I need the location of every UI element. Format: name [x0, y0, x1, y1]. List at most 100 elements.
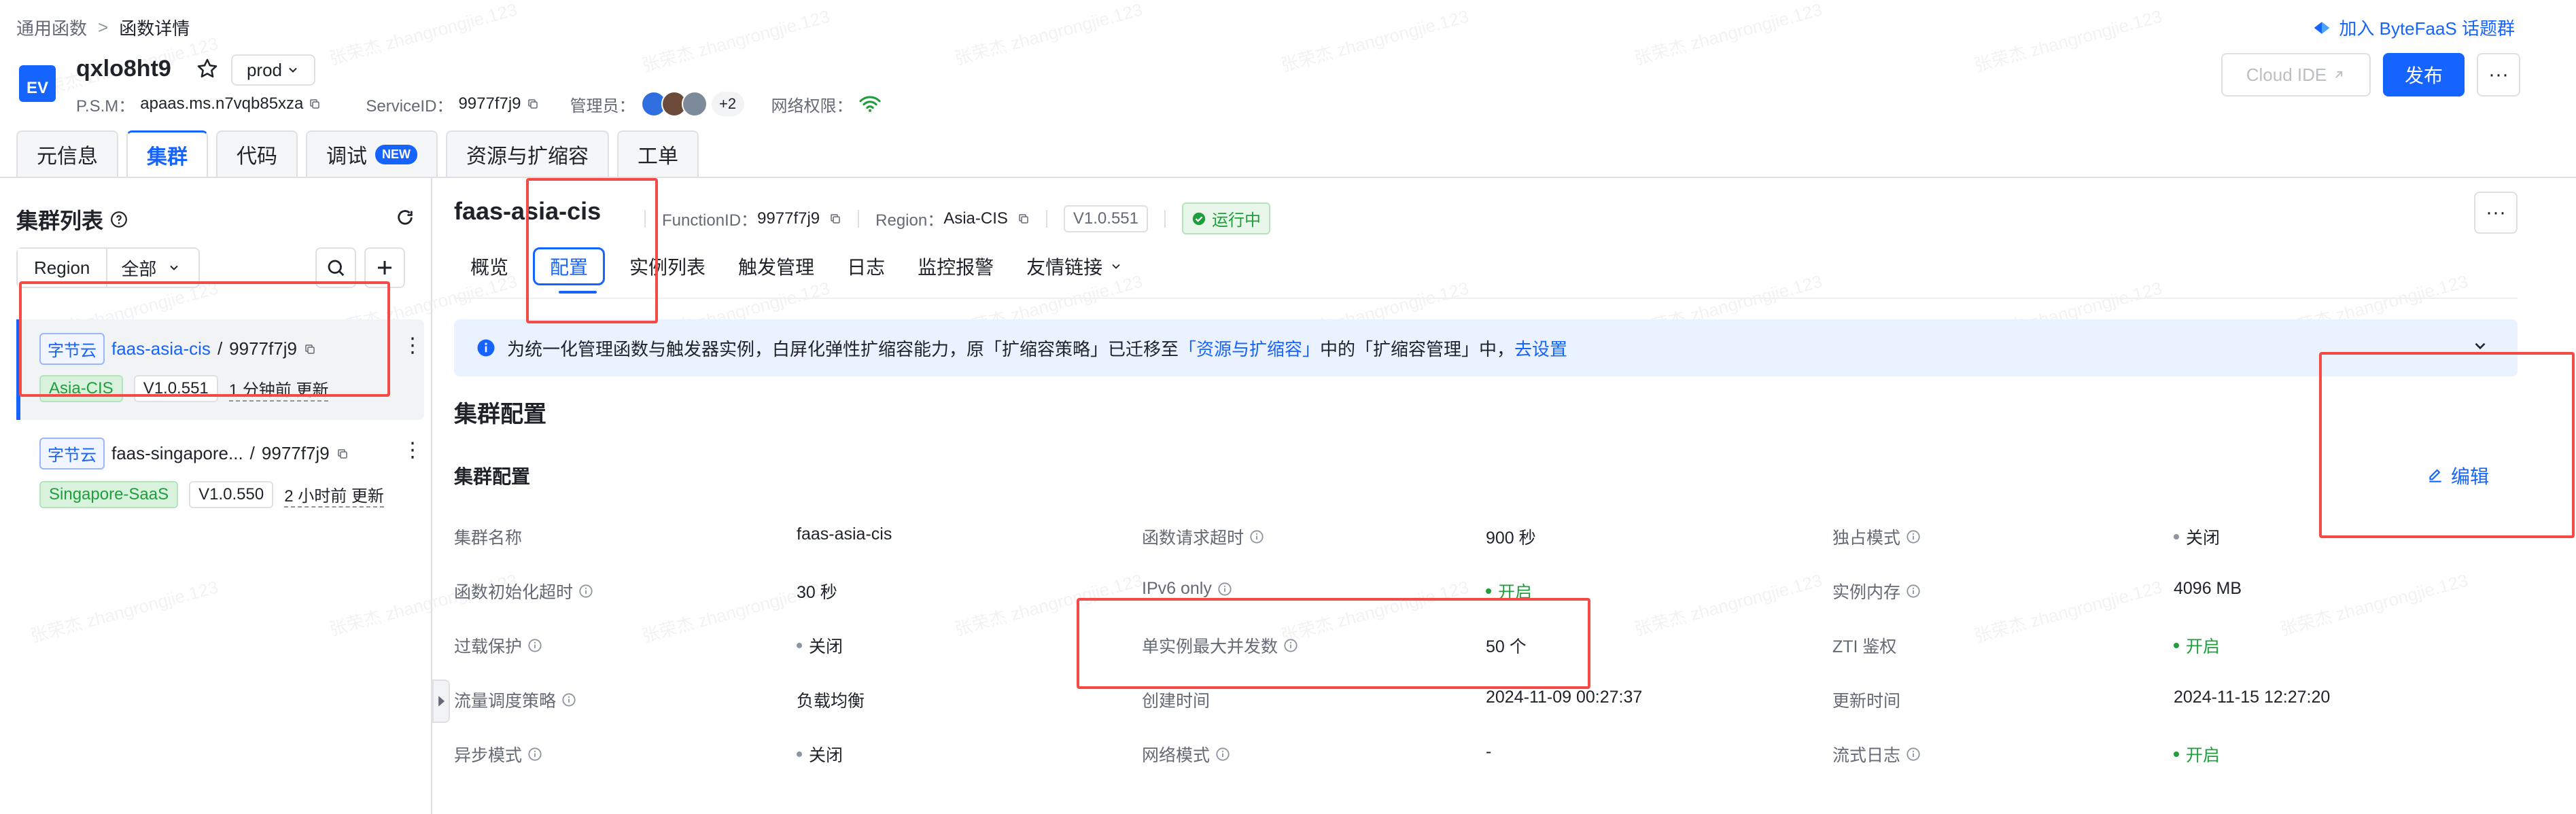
config-label: IPv6 only: [1142, 579, 1232, 599]
env-select[interactable]: prod: [231, 54, 315, 86]
tab-cluster[interactable]: 集群: [126, 130, 208, 177]
config-value: 开启: [2174, 633, 2220, 658]
copy-icon[interactable]: [829, 213, 841, 225]
watermark: 张荣杰 zhangrongjie.123: [952, 0, 1145, 69]
help-icon[interactable]: [110, 211, 128, 228]
function-id-value: 9977f7j9: [757, 209, 820, 228]
admin-avatars[interactable]: +2: [640, 91, 744, 117]
vendor-tag: 字节云: [39, 438, 105, 470]
config-value: faas-asia-cis: [797, 525, 892, 544]
info-icon[interactable]: [578, 584, 593, 599]
check-circle-icon: [1191, 211, 1206, 226]
banner-settings-link[interactable]: 去设置: [1514, 339, 1567, 359]
info-icon[interactable]: [527, 747, 542, 762]
breadcrumb-current: 函数详情: [119, 18, 190, 39]
config-value: 关闭: [2174, 525, 2220, 549]
status-dot-on: [2174, 643, 2179, 648]
cluster-item-more-icon[interactable]: ⋮: [402, 336, 423, 356]
region-label: Region：: [875, 211, 944, 230]
tab-tickets[interactable]: 工单: [617, 130, 699, 177]
config-value: 关闭: [797, 633, 843, 658]
cluster-item-header: 字节云 faas-singapore... / 9977f7j9: [39, 438, 349, 470]
copy-icon[interactable]: [527, 98, 539, 110]
breadcrumb: 通用函数 > 函数详情: [16, 15, 190, 40]
function-id-label: FunctionID：: [662, 211, 758, 230]
more-actions-button[interactable]: ···: [2477, 53, 2520, 96]
tab-label: 集群: [147, 145, 188, 169]
config-value: 负载均衡: [797, 688, 865, 712]
subtab-logs[interactable]: 日志: [831, 247, 901, 285]
section-title: 集群配置: [454, 402, 546, 427]
config-label-text: 函数初始化超时: [454, 583, 574, 602]
breadcrumb-root[interactable]: 通用函数: [16, 15, 87, 40]
wifi-icon: [858, 94, 882, 113]
config-value-text: 2024-11-15 12:27:20: [2174, 688, 2331, 707]
info-icon[interactable]: [1249, 529, 1264, 544]
config-label: 网络模式: [1142, 742, 1230, 766]
info-icon[interactable]: [1215, 747, 1230, 762]
config-label-text: 过载保护: [454, 637, 523, 656]
tab-meta-info[interactable]: 元信息: [16, 130, 118, 177]
plus-icon: [375, 258, 395, 278]
divider: [858, 209, 860, 228]
config-label: 实例内存: [1832, 579, 1921, 603]
config-label: ZTI 鉴权: [1832, 633, 1896, 658]
config-label: 异步模式: [454, 742, 542, 766]
subtab-links-label: 友情链接: [1026, 257, 1103, 278]
service-id-label: ServiceID：: [366, 96, 453, 116]
config-value-text: 30 秒: [797, 583, 837, 602]
subtab-links[interactable]: 友情链接: [1010, 247, 1139, 285]
info-icon[interactable]: [1217, 582, 1232, 597]
config-label-text: 网络模式: [1142, 746, 1211, 765]
subtab-monitoring[interactable]: 监控报警: [901, 247, 1010, 285]
config-label: 函数初始化超时: [454, 579, 593, 603]
info-icon[interactable]: [527, 638, 542, 653]
copy-icon[interactable]: [1017, 213, 1030, 225]
cluster-more-button[interactable]: ···: [2474, 192, 2518, 234]
config-label-text: 集群名称: [454, 529, 523, 548]
admin-label: 管理员：: [570, 96, 636, 116]
config-value-text: 2024-11-09 00:27:37: [1486, 688, 1643, 707]
subtab-triggers[interactable]: 触发管理: [722, 247, 831, 285]
subtab-overview[interactable]: 概览: [454, 247, 525, 285]
copy-icon[interactable]: [309, 98, 321, 110]
tab-label: 工单: [638, 145, 678, 168]
cluster-item-more-icon[interactable]: ⋮: [402, 440, 423, 461]
collapse-panel-button[interactable]: [432, 679, 450, 723]
admin-more-count[interactable]: +2: [711, 92, 744, 116]
config-label-text: 函数请求超时: [1142, 529, 1245, 548]
refresh-icon[interactable]: [396, 208, 415, 227]
watermark: 张荣杰 zhangrongjie.123: [1972, 576, 2165, 647]
info-icon[interactable]: [561, 692, 576, 707]
watermark: 张荣杰 zhangrongjie.123: [1972, 5, 2165, 76]
tab-label: 调试: [326, 145, 367, 168]
breadcrumb-separator-icon: >: [98, 17, 109, 37]
join-bytefaas-link[interactable]: 加入 ByteFaaS 话题群: [2312, 15, 2515, 40]
banner-resources-link[interactable]: 「资源与扩缩容」: [1179, 339, 1320, 359]
config-value-text: 900 秒: [1486, 529, 1536, 548]
config-value-text: 关闭: [809, 637, 843, 656]
config-label: 创建时间: [1142, 688, 1210, 712]
copy-icon[interactable]: [336, 448, 349, 460]
cloud-ide-button[interactable]: Cloud IDE: [2221, 53, 2371, 96]
config-value: 关闭: [797, 742, 843, 766]
chevron-down-icon: [286, 63, 300, 77]
info-icon[interactable]: [1906, 584, 1921, 599]
tab-code[interactable]: 代码: [216, 130, 298, 177]
star-icon[interactable]: [196, 57, 219, 80]
info-icon[interactable]: [1906, 529, 1921, 544]
avatar: [681, 91, 708, 117]
tab-debug[interactable]: 调试 NEW: [306, 130, 438, 177]
info-icon[interactable]: [1906, 747, 1921, 762]
cluster-id-separator: /: [249, 443, 255, 463]
divider: [1164, 209, 1166, 228]
publish-button[interactable]: 发布: [2383, 53, 2465, 96]
watermark: 张荣杰 zhangrongjie.123: [327, 0, 520, 69]
watermark: 张荣杰 zhangrongjie.123: [640, 5, 833, 76]
chevron-down-icon: [167, 261, 181, 275]
tab-label: 资源与扩缩容: [466, 145, 589, 168]
cluster-name[interactable]: faas-singapore...: [111, 443, 243, 464]
config-value: 30 秒: [797, 579, 837, 603]
tab-resources-scaling[interactable]: 资源与扩缩容: [446, 130, 609, 177]
info-banner: 为统一化管理函数与触发器实例，白屏化弹性扩缩容能力，原「扩缩容策略」已迁移至「资…: [454, 319, 2518, 376]
